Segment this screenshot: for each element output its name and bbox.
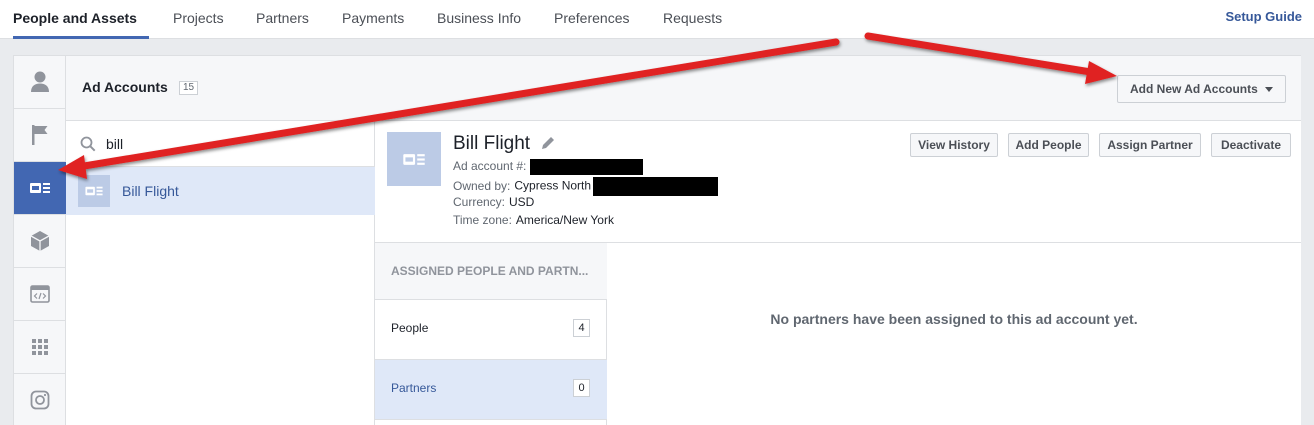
assigned-section: ASSIGNED PEOPLE AND PARTN... People 4 Pa… xyxy=(375,243,1301,425)
currency-row: Currency: USD xyxy=(453,195,534,209)
ad-accounts-header: Ad Accounts 15 Add New Ad Accounts xyxy=(66,56,1301,121)
section-title: Ad Accounts xyxy=(82,79,168,95)
list-item-name: Bill Flight xyxy=(122,183,179,199)
rail-item-instagram[interactable] xyxy=(14,374,66,425)
view-history-button[interactable]: View History xyxy=(910,133,998,157)
tab-preferences[interactable]: Preferences xyxy=(554,0,629,39)
ad-account-thumbnail xyxy=(78,175,110,207)
left-icon-rail xyxy=(14,56,66,425)
count-badge: 4 xyxy=(573,319,590,337)
add-button-label: Add New Ad Accounts xyxy=(1130,82,1258,96)
deactivate-button[interactable]: Deactivate xyxy=(1211,133,1291,157)
empty-state-message: No partners have been assigned to this a… xyxy=(770,311,1138,327)
count-badge: 15 xyxy=(179,81,199,95)
apps-grid-icon xyxy=(32,339,48,355)
ad-account-number-label: Ad account #: xyxy=(453,159,527,174)
timezone-label: Time zone: xyxy=(453,213,512,227)
rail-item-pixels[interactable] xyxy=(14,268,66,321)
subnav-item-label: Partners xyxy=(391,381,437,395)
owned-by-value: Cypress North xyxy=(514,178,592,193)
caret-down-icon xyxy=(1265,87,1273,92)
flag-icon xyxy=(32,125,48,145)
ad-account-detail: Bill Flight Ad account #: Owned by: Cypre… xyxy=(375,121,1301,425)
top-navigation: People and Assets Projects Partners Paym… xyxy=(0,0,1314,39)
ad-account-icon xyxy=(30,183,50,193)
search-icon xyxy=(80,136,96,152)
tab-projects[interactable]: Projects xyxy=(173,0,224,39)
main-panel: Ad Accounts 15 Add New Ad Accounts bill … xyxy=(13,55,1301,425)
subnav-item-label: People xyxy=(391,321,429,335)
ad-account-icon xyxy=(403,153,425,165)
rail-item-pages[interactable] xyxy=(14,109,66,162)
instagram-icon xyxy=(30,390,50,410)
person-icon xyxy=(31,71,49,92)
rail-item-apps[interactable] xyxy=(14,321,66,374)
tab-label: People and Assets xyxy=(13,10,137,26)
search-field[interactable]: bill xyxy=(66,121,375,167)
pencil-icon[interactable] xyxy=(540,135,556,151)
count-badge: 0 xyxy=(573,379,590,397)
add-new-ad-accounts-button[interactable]: Add New Ad Accounts xyxy=(1117,75,1286,103)
assigned-header: ASSIGNED PEOPLE AND PARTN... xyxy=(375,243,607,300)
timezone-row: Time zone: America/New York xyxy=(453,213,614,227)
ad-account-icon xyxy=(85,186,103,196)
assigned-subnav: ASSIGNED PEOPLE AND PARTN... People 4 Pa… xyxy=(375,243,607,425)
assign-partner-button[interactable]: Assign Partner xyxy=(1099,133,1201,157)
currency-value: USD xyxy=(509,195,535,209)
tab-requests[interactable]: Requests xyxy=(663,0,722,39)
redacted-block xyxy=(530,159,644,175)
box-icon xyxy=(30,231,50,251)
list-item[interactable]: Bill Flight xyxy=(66,167,375,215)
subnav-item-partners[interactable]: Partners 0 xyxy=(375,360,607,420)
ad-account-number-row: Ad account #: xyxy=(453,159,644,175)
tab-business-info[interactable]: Business Info xyxy=(437,0,521,39)
redacted-block xyxy=(593,177,719,196)
tab-people-and-assets[interactable]: People and Assets xyxy=(13,0,149,39)
setup-guide-link[interactable]: Setup Guide xyxy=(1225,0,1302,33)
code-icon xyxy=(30,285,50,303)
add-people-button[interactable]: Add People xyxy=(1008,133,1089,157)
tab-partners[interactable]: Partners xyxy=(256,0,309,39)
detail-summary: Bill Flight Ad account #: Owned by: Cypre… xyxy=(375,121,1301,243)
ad-account-name: Bill Flight xyxy=(453,133,531,154)
owned-by-row: Owned by: Cypress North xyxy=(453,177,719,196)
timezone-value: America/New York xyxy=(515,213,614,227)
owned-by-label: Owned by: xyxy=(453,178,511,193)
rail-item-ad-accounts[interactable] xyxy=(14,162,66,215)
search-input-value[interactable]: bill xyxy=(106,136,123,152)
rail-item-people[interactable] xyxy=(14,56,66,109)
rail-item-catalogs[interactable] xyxy=(14,215,66,268)
currency-label: Currency: xyxy=(453,195,506,209)
ad-account-list-column: bill Bill Flight xyxy=(66,121,375,425)
ad-account-avatar xyxy=(387,132,441,186)
tab-payments[interactable]: Payments xyxy=(342,0,404,39)
subnav-item-people[interactable]: People 4 xyxy=(375,300,607,360)
